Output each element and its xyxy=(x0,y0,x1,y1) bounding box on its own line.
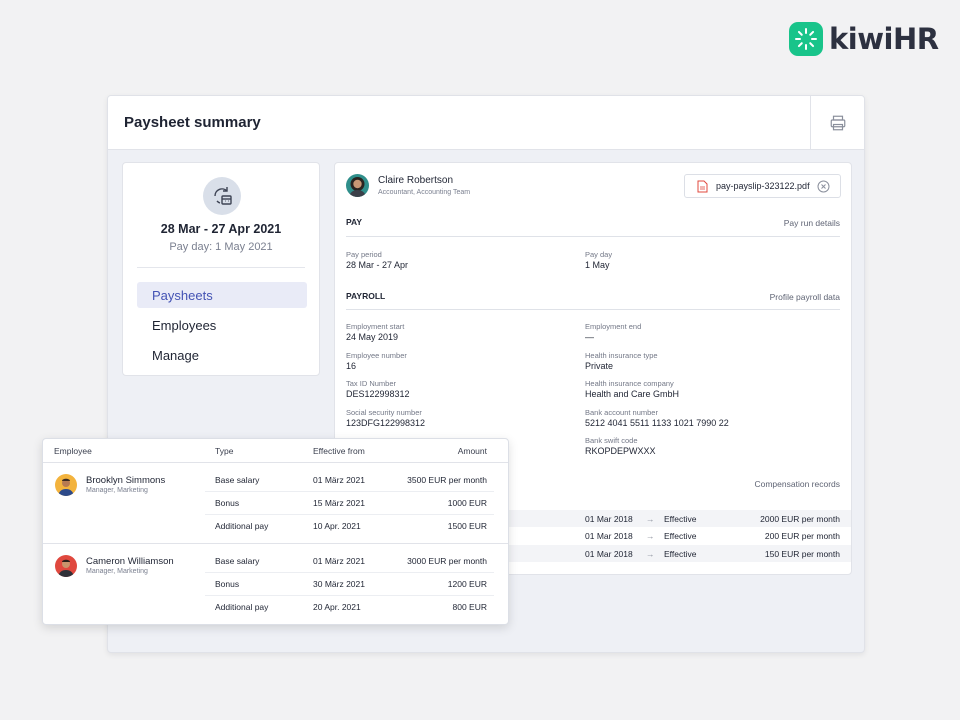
field-label: Bank swift code xyxy=(585,436,638,445)
column-header-employee[interactable]: Employee xyxy=(54,446,92,456)
compensation-records-link[interactable]: Compensation records xyxy=(754,479,840,489)
period-card: 28 Mar - 27 Apr 2021 Pay day: 1 May 2021… xyxy=(122,162,320,376)
calendar-cycle-icon xyxy=(203,177,241,215)
effective-cell: 10 Apr. 2021 xyxy=(313,521,361,531)
comp-status: Effective xyxy=(664,549,697,559)
employee-role: Manager, Marketing xyxy=(86,568,148,575)
nav-item-employees[interactable]: Employees xyxy=(137,312,307,338)
divider xyxy=(137,267,305,268)
effective-cell: 01 März 2021 xyxy=(313,475,365,485)
field-label: Employment end xyxy=(585,322,642,331)
field-value: 28 Mar - 27 Apr xyxy=(346,260,409,270)
divider xyxy=(346,309,840,310)
field-value: 1 May xyxy=(585,260,610,270)
field-label: Employment start xyxy=(346,322,405,331)
type-cell: Bonus xyxy=(215,498,240,508)
effective-cell: 01 März 2021 xyxy=(313,556,365,566)
divider xyxy=(205,514,494,515)
pay-run-details-link[interactable]: Pay run details xyxy=(784,218,840,228)
employee-name: Claire Robertson xyxy=(378,175,454,186)
comp-status: Effective xyxy=(664,531,697,541)
type-cell: Base salary xyxy=(215,556,260,566)
employee-role: Accountant, Accounting Team xyxy=(378,189,471,196)
amount-cell: 800 EUR xyxy=(452,602,488,612)
pay-period-range: 28 Mar - 27 Apr 2021 xyxy=(160,222,282,236)
nav-item-manage[interactable]: Manage xyxy=(137,342,307,368)
close-circle-icon[interactable] xyxy=(817,180,830,193)
field-value: DES122998312 xyxy=(346,389,410,399)
printer-icon xyxy=(830,115,845,131)
compensation-table: Employee Type Effective from Amount Broo… xyxy=(42,438,509,625)
avatar xyxy=(346,174,369,197)
employee-name: Cameron Williamson xyxy=(86,556,174,567)
nav-item-paysheets[interactable]: Paysheets xyxy=(137,282,307,308)
divider xyxy=(205,572,494,573)
field-value: 5212 4041 5511 1133 1021 7990 22 xyxy=(585,418,729,428)
type-cell: Bonus xyxy=(215,579,240,589)
column-header-amount[interactable]: Amount xyxy=(458,446,487,456)
payslip-file-chip[interactable]: pay-payslip-323122.pdf xyxy=(684,174,841,198)
divider xyxy=(205,595,494,596)
field-value: 123DFG122998312 xyxy=(346,418,426,428)
pay-section-title: PAY xyxy=(346,217,363,227)
comp-date: 01 Mar 2018 xyxy=(585,549,633,559)
amount-cell: 1500 EUR xyxy=(447,521,487,531)
kiwi-logo-icon xyxy=(789,22,823,56)
table-header: Employee Type Effective from Amount xyxy=(43,439,508,463)
pdf-icon xyxy=(697,180,708,192)
divider xyxy=(346,236,840,237)
employee-role: Manager, Marketing xyxy=(86,487,148,494)
field-value: RKOPDEPWXXX xyxy=(585,446,656,456)
field-value: 16 xyxy=(346,361,357,371)
print-button[interactable] xyxy=(810,96,864,150)
page-title: Paysheet summary xyxy=(124,114,261,131)
avatar xyxy=(55,474,77,496)
type-cell: Additional pay xyxy=(215,521,269,531)
comp-status: Effective xyxy=(664,514,697,524)
field-label: Pay period xyxy=(346,250,382,259)
arrow-right-icon: → xyxy=(646,514,655,524)
field-label: Tax ID Number xyxy=(346,379,397,388)
employee-name: Brooklyn Simmons xyxy=(86,475,166,486)
amount-cell: 3000 EUR per month xyxy=(407,556,487,566)
field-label: Social security number xyxy=(346,408,422,417)
avatar xyxy=(55,555,77,577)
arrow-right-icon: → xyxy=(646,531,655,541)
field-label: Health insurance company xyxy=(585,379,674,388)
column-header-type[interactable]: Type xyxy=(215,446,233,456)
comp-amount: 2000 EUR per month xyxy=(760,514,840,524)
field-label: Pay day xyxy=(585,250,613,259)
amount-cell: 1000 EUR xyxy=(447,498,487,508)
amount-cell: 1200 EUR xyxy=(447,579,487,589)
field-label: Employee number xyxy=(346,351,407,360)
brand-name: kiwiHR xyxy=(829,22,939,56)
divider xyxy=(43,543,508,544)
comp-date: 01 Mar 2018 xyxy=(585,531,633,541)
profile-payroll-data-link[interactable]: Profile payroll data xyxy=(770,292,840,302)
field-label: Health insurance type xyxy=(585,351,658,360)
arrow-right-icon: → xyxy=(646,549,655,559)
effective-cell: 30 März 2021 xyxy=(313,579,365,589)
amount-cell: 3500 EUR per month xyxy=(407,475,487,485)
type-cell: Additional pay xyxy=(215,602,269,612)
brand-logo: kiwiHR xyxy=(789,22,939,56)
comp-amount: 200 EUR per month xyxy=(764,531,840,541)
effective-cell: 15 März 2021 xyxy=(313,498,365,508)
payslip-file-name: pay-payslip-323122.pdf xyxy=(716,181,810,191)
window-header: Paysheet summary xyxy=(108,96,864,150)
payroll-section-title: PAYROLL xyxy=(346,291,386,301)
effective-cell: 20 Apr. 2021 xyxy=(313,602,361,612)
column-header-effective[interactable]: Effective from xyxy=(313,446,365,456)
comp-amount: 150 EUR per month xyxy=(764,549,840,559)
divider xyxy=(205,491,494,492)
comp-date: 01 Mar 2018 xyxy=(585,514,633,524)
field-value: 24 May 2019 xyxy=(346,332,399,342)
field-value: Health and Care GmbH xyxy=(585,389,680,399)
type-cell: Base salary xyxy=(215,475,260,485)
pay-day-text: Pay day: 1 May 2021 xyxy=(169,241,273,253)
field-label: Bank account number xyxy=(585,408,658,417)
field-value: — xyxy=(585,332,594,342)
field-value: Private xyxy=(585,361,614,371)
